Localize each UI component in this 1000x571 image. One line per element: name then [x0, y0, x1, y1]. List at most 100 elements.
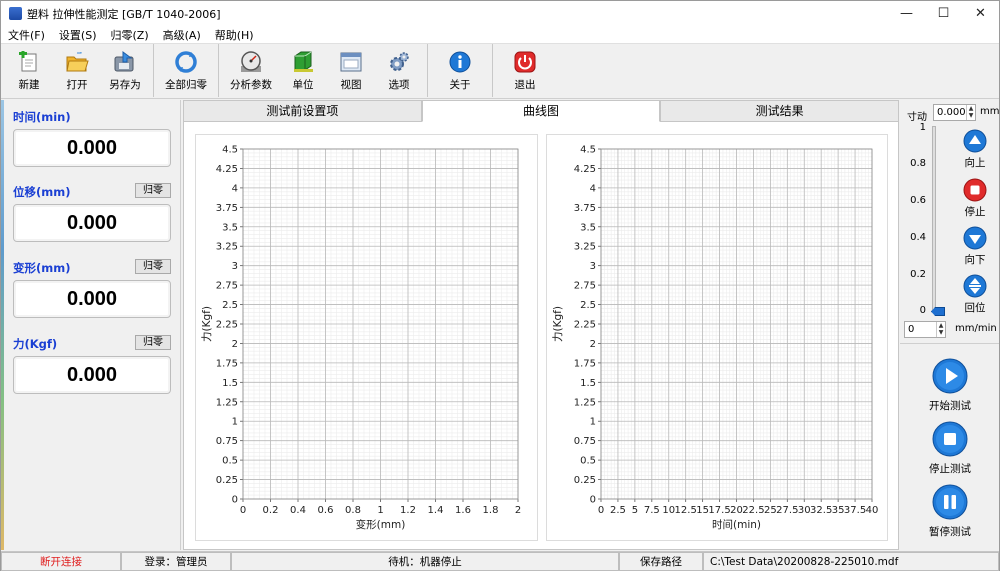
- stop-test-label: 停止测试: [929, 463, 971, 475]
- save-as-icon: [113, 50, 137, 74]
- force-deformation-chart: 0 0.2 0.4 0.6 0.8 1 1.2 1.4 1.6 1.8 2 0 0.25 0.5 0.75 1…: [195, 134, 538, 541]
- save-as-label: 另存为: [109, 79, 141, 91]
- x-tick-label: 0.2: [263, 505, 279, 516]
- x-tick-label: 7.5: [644, 505, 660, 516]
- unit-button[interactable]: 单位: [279, 44, 327, 97]
- y-tick-label: 2: [590, 339, 596, 350]
- x-tick-label: 22.5: [742, 505, 764, 516]
- save-path-label: 保存路径: [619, 552, 703, 571]
- x-tick-label: 2: [515, 505, 521, 516]
- toolbar-group-file: 新建 打开 另存为: [5, 44, 154, 97]
- jog-stop-button[interactable]: 停止: [955, 178, 995, 219]
- speed-input[interactable]: 0 ▲ ▼: [904, 321, 946, 338]
- speed-slider-track[interactable]: [932, 126, 936, 312]
- force-time-plot: 0 2.5 5 7.5 10 12.5 15 17.5 20 22.5 25 27.5 30 32.5 35…: [551, 145, 878, 532]
- new-label: 新建: [18, 79, 40, 91]
- tab-curve-chart[interactable]: 曲线图: [421, 100, 661, 122]
- return-home-button[interactable]: 回位: [955, 274, 995, 315]
- slider-tick-label: 0.4: [910, 232, 926, 243]
- force-deformation-plot: 0 0.2 0.4 0.6 0.8 1 1.2 1.4 1.6 1.8 2 0 0.25 0.5 0.75 1…: [200, 145, 521, 532]
- jog-stop-label: 停止: [964, 206, 986, 218]
- speed-slider-scale: 1 0.8 0.6 0.4 0.2 0: [904, 122, 934, 317]
- x-tick-label: 0: [598, 505, 604, 516]
- zero-all-label: 全部归零: [165, 79, 207, 91]
- menu-file[interactable]: 文件(F): [1, 27, 52, 43]
- pause-test-button[interactable]: 暂停测试: [910, 484, 990, 539]
- y-tick-label: 0: [232, 495, 238, 506]
- x-tick-label: 37.5: [844, 505, 866, 516]
- zero-deformation-button[interactable]: 归零: [135, 259, 171, 274]
- jog-distance-input[interactable]: 0.000 ▲ ▼: [933, 104, 976, 121]
- connection-status[interactable]: 断开连接: [1, 552, 121, 571]
- toolbar-group-config: 分析参数 单位 视图 选项: [223, 44, 428, 97]
- options-button[interactable]: 选项: [375, 44, 423, 97]
- open-folder-icon: [65, 50, 89, 74]
- open-button[interactable]: 打开: [53, 44, 101, 97]
- pause-test-label: 暂停测试: [929, 526, 971, 538]
- menu-advanced[interactable]: 高级(A): [156, 27, 208, 43]
- tab-pretest-settings[interactable]: 测试前设置项: [183, 100, 422, 122]
- jog-spin-arrows[interactable]: ▲ ▼: [966, 105, 975, 120]
- tab-bar: 测试前设置项 曲线图 测试结果: [183, 100, 900, 122]
- save-as-button[interactable]: 另存为: [101, 44, 149, 97]
- zero-all-button[interactable]: 全部归零: [158, 44, 214, 97]
- params-button[interactable]: 分析参数: [223, 44, 279, 97]
- y-tick-label: 1: [590, 417, 596, 428]
- tab-test-results[interactable]: 测试结果: [660, 100, 900, 122]
- menu-bar: 文件(F) 设置(S) 归零(Z) 高级(A) 帮助(H): [1, 26, 999, 44]
- y-tick-label: 1.25: [574, 397, 596, 408]
- y-tick-label: 0: [590, 495, 596, 506]
- x-tick-label: 0.8: [345, 505, 361, 516]
- status-bar: 断开连接 登录：管理员 待机：机器停止 保存路径 C:\Test Data\20…: [1, 551, 999, 571]
- stop-test-button[interactable]: 停止测试: [910, 421, 990, 476]
- minimize-button[interactable]: —: [888, 1, 925, 26]
- about-button[interactable]: 关于: [432, 44, 488, 97]
- maximize-button[interactable]: ☐: [925, 1, 962, 26]
- y-tick-label: 4: [590, 183, 596, 194]
- down-arrow-icon: [963, 226, 987, 250]
- menu-settings[interactable]: 设置(S): [52, 27, 104, 43]
- toolbar-group-zero: 全部归零: [158, 44, 219, 97]
- menu-help[interactable]: 帮助(H): [208, 27, 261, 43]
- force-meter: 力(Kgf) 归零 0.000: [13, 335, 173, 394]
- new-button[interactable]: 新建: [5, 44, 53, 97]
- zero-displacement-button[interactable]: 归零: [135, 183, 171, 198]
- pause-icon: [932, 484, 968, 520]
- about-label: 关于: [449, 79, 471, 91]
- return-home-icon: [963, 274, 987, 298]
- exit-button[interactable]: 退出: [497, 44, 553, 97]
- view-button[interactable]: 视图: [327, 44, 375, 97]
- y-tick-label: 3: [232, 261, 238, 272]
- speed-unit: mm/min: [955, 323, 997, 334]
- move-down-button[interactable]: 向下: [955, 226, 995, 267]
- time-label: 时间(min): [13, 110, 71, 124]
- close-button[interactable]: ✕: [962, 1, 999, 26]
- up-arrow-icon: [963, 129, 987, 153]
- jog-label: 寸动: [907, 112, 927, 123]
- y-tick-label: 3.25: [574, 242, 596, 253]
- stop-icon: [963, 178, 987, 202]
- curve-chart-panel: 0 0.2 0.4 0.6 0.8 1 1.2 1.4 1.6 1.8 2 0 0.25 0.5 0.75 1…: [183, 122, 899, 550]
- start-test-button[interactable]: 开始测试: [910, 358, 990, 413]
- deformation-value: 0.000: [13, 280, 171, 318]
- x-tick-label: 0.4: [290, 505, 306, 516]
- x-tick-label: 1.2: [400, 505, 416, 516]
- y-tick-label: 2.75: [216, 281, 238, 292]
- zero-force-button[interactable]: 归零: [135, 335, 171, 350]
- app-icon: [9, 7, 22, 20]
- slider-tick-label: 0.6: [910, 195, 926, 206]
- y-tick-label: 0.25: [216, 475, 238, 486]
- x-tick-label: 0.6: [318, 505, 334, 516]
- y-tick-label: 0.25: [574, 475, 596, 486]
- x-tick-label: 20: [730, 505, 743, 516]
- params-label: 分析参数: [230, 79, 272, 91]
- y-tick-label: 3.75: [574, 203, 596, 214]
- speed-spin-arrows[interactable]: ▲ ▼: [936, 322, 945, 337]
- move-up-button[interactable]: 向上: [955, 129, 995, 170]
- y-tick-label: 1.5: [580, 378, 596, 389]
- menu-zero[interactable]: 归零(Z): [104, 27, 156, 43]
- gear-icon: [387, 50, 411, 74]
- machine-status: 待机：机器停止: [231, 552, 619, 571]
- y-tick-label: 3: [590, 261, 596, 272]
- y-tick-label: 1.5: [222, 378, 238, 389]
